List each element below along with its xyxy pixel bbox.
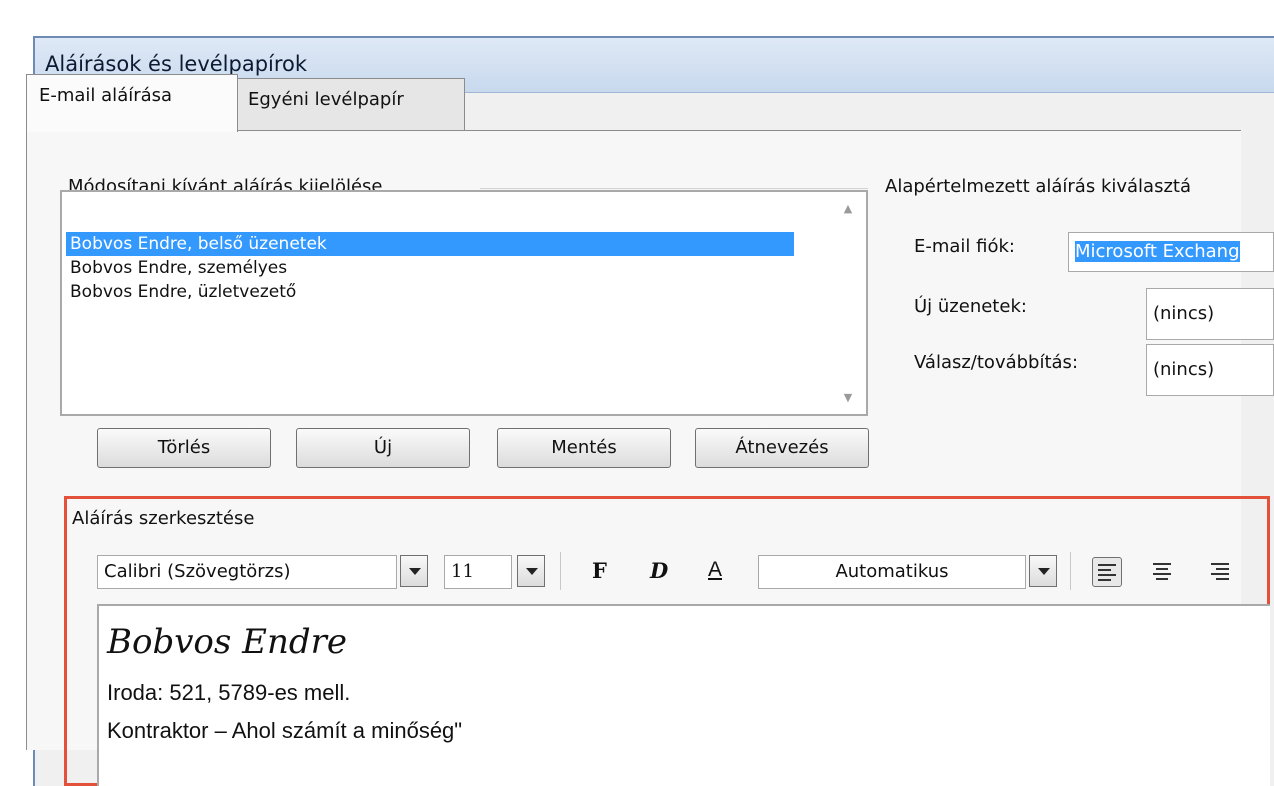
align-right-icon[interactable]	[1206, 557, 1236, 587]
tab-email-signature[interactable]: E-mail aláírása	[26, 74, 238, 132]
scroll-up-icon[interactable]: ▲	[838, 202, 858, 215]
toolbar-separator	[1070, 552, 1071, 590]
default-signature-label: Alapértelmezett aláírás kiválasztá	[885, 176, 1199, 197]
rename-button[interactable]: Átnevezés	[695, 428, 869, 468]
scroll-down-icon[interactable]: ▼	[838, 391, 858, 404]
list-item[interactable]: Bobvos Endre, üzletvezető	[66, 280, 300, 304]
font-size-select[interactable]: 11	[444, 555, 512, 589]
signature-line-tagline: Kontraktor – Ahol számít a minőség"	[107, 718, 463, 743]
tab-personal-stationery[interactable]: Egyéni levélpapír	[235, 78, 465, 130]
toolbar-separator	[560, 552, 561, 590]
account-label: E-mail fiók:	[914, 236, 1015, 257]
account-select[interactable]: Microsoft Exchang	[1068, 232, 1274, 272]
replies-label: Válasz/továbbítás:	[914, 352, 1079, 373]
group-divider	[480, 188, 868, 189]
dropdown-arrow-icon[interactable]	[1029, 555, 1057, 587]
underline-button[interactable]: A	[708, 558, 722, 582]
align-left-icon[interactable]	[1092, 557, 1122, 587]
signature-list[interactable]: Bobvos Endre, belső üzenetek Bobvos Endr…	[60, 190, 868, 416]
save-button[interactable]: Mentés	[497, 428, 671, 468]
edit-signature-label: Aláírás szerkesztése	[72, 508, 263, 529]
new-messages-select[interactable]: (nincs)	[1146, 288, 1274, 340]
signature-name: Bobvos Endre	[107, 622, 348, 662]
list-item[interactable]: Bobvos Endre, személyes	[66, 256, 291, 280]
signature-line-office: Iroda: 521, 5789-es mell.	[107, 680, 351, 705]
font-color-select[interactable]: Automatikus	[758, 555, 1026, 589]
delete-button[interactable]: Törlés	[97, 428, 271, 468]
signature-editor[interactable]: Bobvos Endre Iroda: 521, 5789-es mell. K…	[97, 604, 1270, 786]
new-messages-label: Új üzenetek:	[914, 296, 1027, 317]
italic-button[interactable]: D	[650, 558, 668, 583]
bold-button[interactable]: F	[592, 558, 607, 583]
dropdown-arrow-icon[interactable]	[517, 555, 545, 587]
account-value: Microsoft Exchang	[1075, 241, 1240, 262]
font-select[interactable]: Calibri (Szövegtörzs)	[97, 555, 397, 589]
dropdown-arrow-icon[interactable]	[400, 555, 428, 587]
replies-select[interactable]: (nincs)	[1146, 344, 1274, 396]
align-center-icon[interactable]	[1148, 557, 1178, 587]
dialog-title: Aláírások és levélpapírok	[45, 52, 308, 76]
list-item[interactable]: Bobvos Endre, belső üzenetek	[66, 232, 794, 256]
new-button[interactable]: Új	[296, 428, 470, 468]
